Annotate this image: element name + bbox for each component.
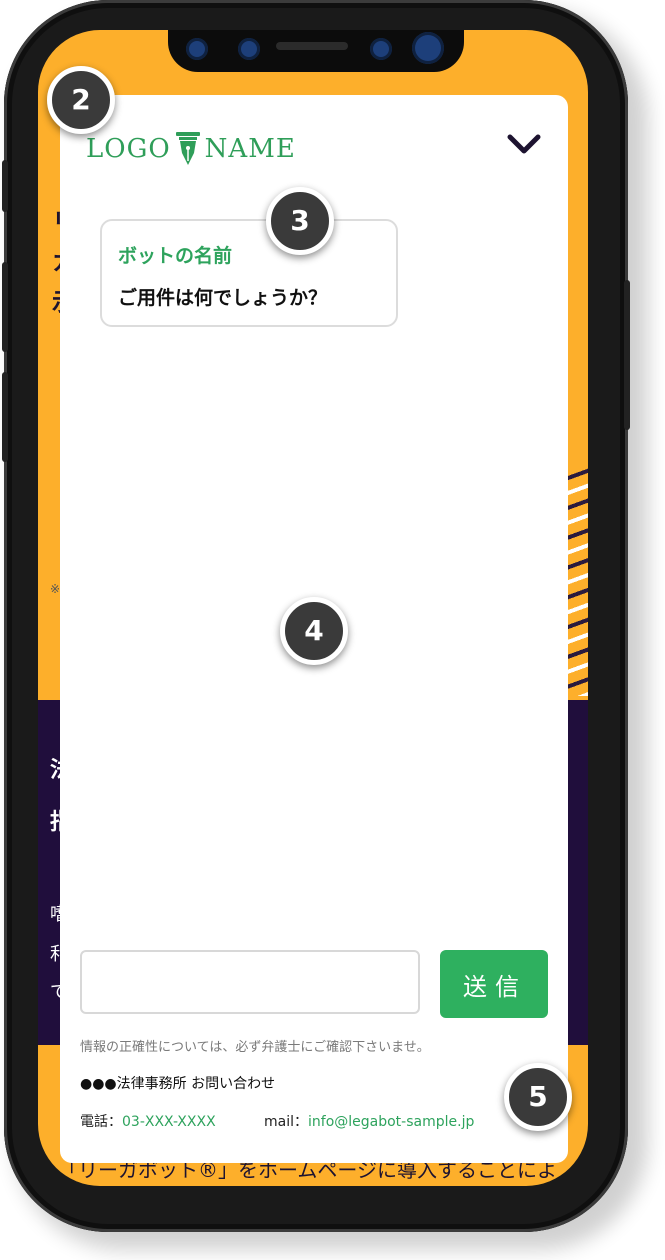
bot-name: ボットの名前 [118,245,233,267]
camera-icon [412,32,444,64]
camera-icon [186,38,208,60]
step-marker-5: 5 [504,1063,572,1131]
background-note: ※ [50,582,61,596]
mail-contact: mail：info@legabot-sample.jp [264,1111,474,1131]
side-button [2,372,8,462]
pen-nib-icon [175,132,200,165]
disclaimer: 情報の正確性については、必ず弁護士にご確認下さいませ。 [80,1040,430,1055]
phone-label: 電話： [80,1114,122,1130]
phone-value[interactable]: 03-XXX-XXXX [122,1114,216,1130]
logo-text-left: LOGO [86,134,171,164]
logo: LOGO NAME [86,131,296,167]
phone-notch [168,30,464,72]
logo-text-right: NAME [204,134,296,164]
contact-title: ●●●法律事務所 お問い合わせ [80,1076,276,1092]
side-button [2,160,8,212]
mail-label: mail： [264,1114,308,1130]
step-marker-2: 2 [47,66,115,134]
side-button [2,262,8,352]
bot-message: ご用件は何でしょうか？ [118,287,328,309]
step-marker-3: 3 [266,187,334,255]
phone-contact: 電話：03-XXX-XXXX [80,1111,216,1131]
message-input[interactable] [80,950,420,1014]
bot-message-bubble: ボットの名前 ご用件は何でしょうか？ [100,219,398,327]
camera-icon [370,38,392,60]
chevron-down-icon[interactable] [506,133,542,157]
mail-value[interactable]: info@legabot-sample.jp [308,1114,474,1130]
speaker-grille [276,42,348,50]
background-illustration [566,466,588,696]
camera-icon [238,38,260,60]
side-button [624,280,630,430]
step-marker-4: 4 [280,597,348,665]
send-button[interactable]: 送信 [440,950,548,1018]
